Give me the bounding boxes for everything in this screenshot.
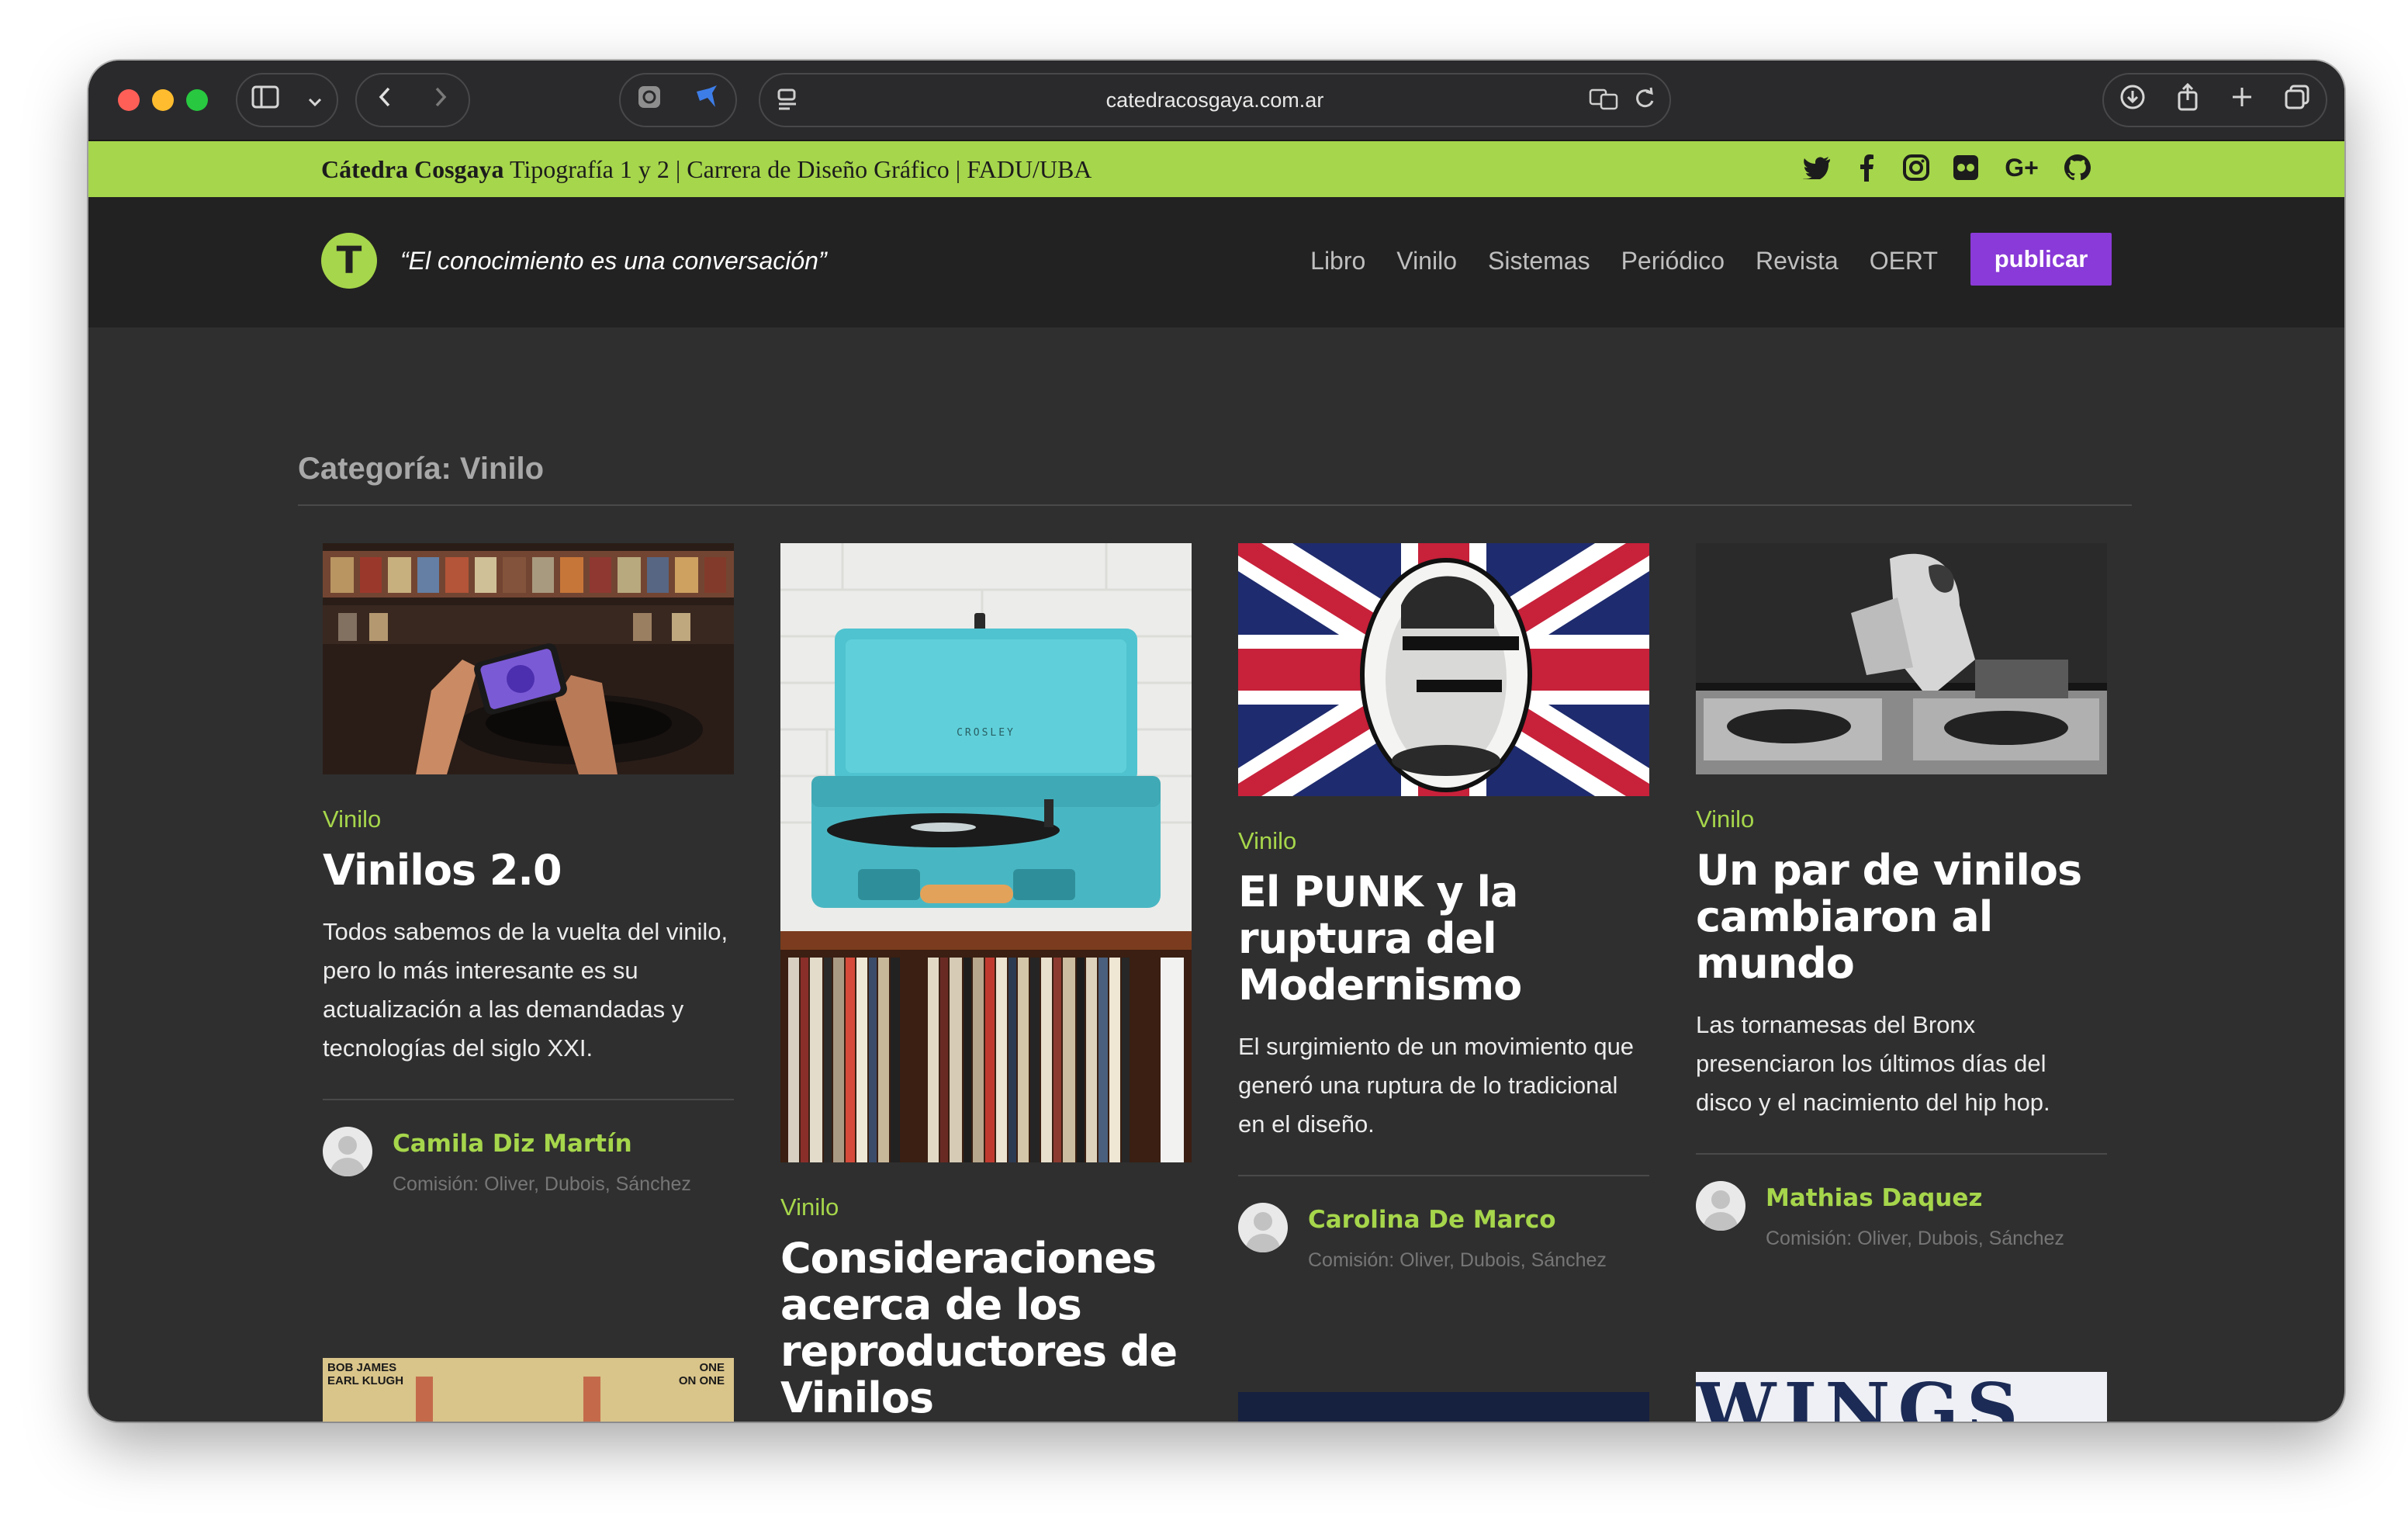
- nav-item-oert[interactable]: OERT: [1870, 247, 1938, 275]
- category-title: Categoría: Vinilo: [298, 452, 545, 486]
- post-divider: [1238, 1175, 1649, 1176]
- translate-icon[interactable]: [1589, 87, 1620, 116]
- site-description: Tipografía 1 y 2 | Carrera de Diseño Grá…: [503, 155, 1092, 183]
- author-commission: Comisión: Oliver, Dubois, Sánchez: [1766, 1228, 2064, 1249]
- post-thumbnail[interactable]: [1696, 543, 2107, 774]
- album-title-text: ONE ON ONE: [678, 1361, 725, 1387]
- author-name[interactable]: Camila Diz Martín: [393, 1130, 632, 1158]
- address-bar[interactable]: catedracosgaya.com.ar: [759, 73, 1671, 127]
- match-illustration: [416, 1377, 433, 1422]
- nav-item-revista[interactable]: Revista: [1756, 247, 1839, 275]
- reload-icon[interactable]: [1634, 87, 1656, 116]
- url-text[interactable]: catedracosgaya.com.ar: [760, 88, 1669, 113]
- post-title[interactable]: Consideraciones acerca de los reproducto…: [780, 1235, 1192, 1422]
- post-category-link[interactable]: Vinilo: [780, 1193, 1192, 1221]
- post-divider: [323, 1099, 734, 1100]
- publish-button[interactable]: publicar: [1970, 233, 2112, 286]
- crosley-brand: CROSLEY: [957, 727, 1015, 739]
- post-card: Vinilo El PUNK y la ruptura del Modernis…: [1238, 543, 1649, 1274]
- post-category-link[interactable]: Vinilo: [323, 805, 734, 833]
- site-subtitle: Cátedra Cosgaya Tipografía 1 y 2 | Carre…: [321, 155, 1092, 184]
- post-title[interactable]: Vinilos 2.0: [323, 847, 734, 894]
- match-illustration: [583, 1377, 600, 1422]
- site-tagline: “El conocimiento es una conversación”: [400, 247, 827, 275]
- avatar[interactable]: [323, 1127, 372, 1176]
- address-bar-actions: [1589, 87, 1656, 116]
- browser-window: catedracosgaya.com.ar Cátedra Cosgaya Ti…: [88, 61, 2344, 1422]
- nav-item-sistemas[interactable]: Sistemas: [1488, 247, 1590, 275]
- post-title[interactable]: El PUNK y la ruptura del Modernismo: [1238, 869, 1649, 1009]
- post-category-link[interactable]: Vinilo: [1238, 827, 1649, 855]
- twitter-icon[interactable]: [1800, 151, 1834, 185]
- downloads-icon[interactable]: [2119, 84, 2146, 116]
- author-commission: Comisión: Oliver, Dubois, Sánchez: [1308, 1249, 1607, 1271]
- post-thumbnail-next[interactable]: WINGS: [1696, 1372, 2107, 1422]
- post-excerpt: El surgimiento de un movimiento que gene…: [1238, 1033, 1635, 1138]
- extensions-group: [619, 73, 737, 127]
- author-commission: Comisión: Oliver, Dubois, Sánchez: [393, 1173, 691, 1195]
- post-card: Vinilo Vinilos 2.0 Todos sabemos de la v…: [323, 543, 734, 1198]
- post-author: Carolina De Marco Comisión: Oliver, Dubo…: [1238, 1200, 1649, 1274]
- chevron-down-icon[interactable]: [307, 87, 323, 114]
- minimize-window-button[interactable]: [152, 89, 174, 111]
- site-logo[interactable]: T: [321, 233, 377, 289]
- post-thumbnail[interactable]: [1238, 543, 1649, 796]
- instagram-icon[interactable]: [1899, 151, 1933, 185]
- extension-bird-icon[interactable]: [694, 84, 720, 116]
- post-card: CROSLEY Vinilo Consideraciones acerca de…: [780, 543, 1192, 1422]
- avatar[interactable]: [1238, 1203, 1288, 1252]
- post-category-link[interactable]: Vinilo: [1696, 805, 2107, 833]
- extension-grammar-icon[interactable]: [637, 85, 662, 116]
- post-excerpt: Las tornamesas del Bronx presenciaron lo…: [1696, 1011, 2050, 1116]
- site-top-strip: Cátedra Cosgaya Tipografía 1 y 2 | Carre…: [88, 141, 2344, 197]
- main-nav: Libro Vinilo Sistemas Periódico Revista …: [1310, 247, 1938, 275]
- post-thumbnail-next[interactable]: BOB JAMES EARL KLUGH ONE ON ONE: [323, 1358, 734, 1422]
- nav-item-vinilo[interactable]: Vinilo: [1396, 247, 1457, 275]
- browser-actions-group: [2102, 73, 2327, 127]
- history-nav-group: [355, 73, 470, 127]
- google-plus-icon[interactable]: G+: [1998, 151, 2045, 185]
- close-window-button[interactable]: [118, 89, 140, 111]
- category-divider: [298, 504, 2132, 506]
- post-author: Mathias Daquez Comisión: Oliver, Dubois,…: [1696, 1178, 2107, 1252]
- post-excerpt: Todos sabemos de la vuelta del vinilo, p…: [323, 918, 728, 1062]
- back-icon[interactable]: [377, 85, 393, 115]
- post-thumbnail-next[interactable]: [1238, 1392, 1649, 1422]
- share-icon[interactable]: [2176, 82, 2199, 117]
- new-tab-icon[interactable]: [2230, 85, 2254, 115]
- browser-toolbar: catedracosgaya.com.ar: [88, 61, 2344, 141]
- forward-icon[interactable]: [433, 85, 448, 115]
- album-wings-text: WINGS: [1696, 1372, 2026, 1422]
- album-artist-text: BOB JAMES EARL KLUGH: [327, 1361, 404, 1387]
- post-thumbnail[interactable]: CROSLEY: [780, 543, 1192, 1162]
- avatar[interactable]: [1696, 1181, 1745, 1231]
- site-header: T “El conocimiento es una conversación” …: [88, 197, 2344, 327]
- sidebar-toggle-group: [236, 73, 338, 127]
- github-icon[interactable]: [2060, 151, 2095, 185]
- site-brand[interactable]: Cátedra Cosgaya: [321, 155, 504, 183]
- post-divider: [1696, 1153, 2107, 1155]
- post-thumbnail[interactable]: [323, 543, 734, 774]
- facebook-icon[interactable]: [1849, 151, 1884, 185]
- nav-item-periodico[interactable]: Periódico: [1621, 247, 1725, 275]
- post-card: Vinilo Un par de vinilos cambiaron al mu…: [1696, 543, 2107, 1252]
- author-name[interactable]: Carolina De Marco: [1308, 1206, 1556, 1234]
- zoom-window-button[interactable]: [186, 89, 208, 111]
- author-name[interactable]: Mathias Daquez: [1766, 1184, 1982, 1212]
- sidebar-icon[interactable]: [251, 85, 279, 115]
- post-title[interactable]: Un par de vinilos cambiaron al mundo: [1696, 847, 2107, 987]
- social-links: G+: [1800, 151, 2095, 185]
- post-author: Camila Diz Martín Comisión: Oliver, Dubo…: [323, 1124, 734, 1198]
- nav-item-libro[interactable]: Libro: [1310, 247, 1365, 275]
- tab-overview-icon[interactable]: [2284, 84, 2310, 116]
- flickr-icon[interactable]: [1949, 151, 1983, 185]
